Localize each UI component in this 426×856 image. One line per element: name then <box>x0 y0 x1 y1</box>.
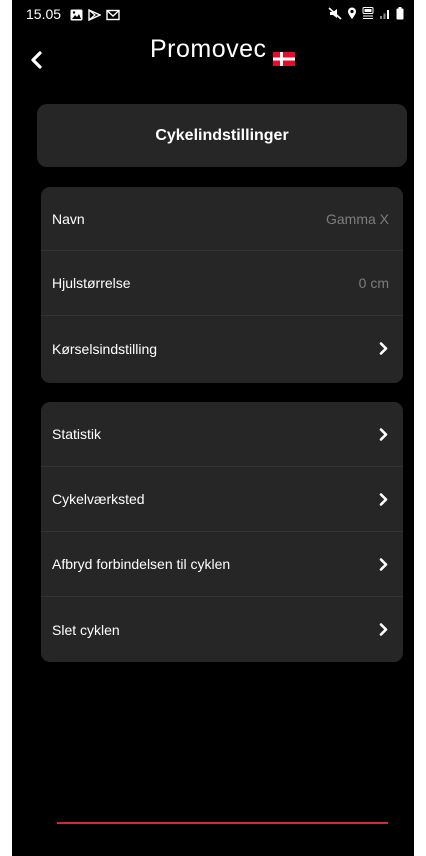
app-header: Promovec <box>12 36 414 80</box>
delete-bike-row[interactable]: Slet cyklen <box>41 597 403 662</box>
chevron-right-icon <box>377 342 389 356</box>
statistics-label: Statistik <box>52 426 102 442</box>
status-left-icons <box>70 8 120 26</box>
name-row[interactable]: Navn Gamma X <box>41 187 403 251</box>
ride-settings-label: Kørselsindstilling <box>52 340 158 357</box>
workshop-row[interactable]: Cykelværksted <box>41 467 403 532</box>
status-bar: 15.05 <box>12 0 414 30</box>
wheel-size-value: 0 cm <box>358 275 389 291</box>
chevron-right-icon <box>377 623 389 637</box>
image-icon <box>70 8 83 26</box>
bottom-indicator-line <box>57 822 388 824</box>
ride-settings-row[interactable]: Kørselsindstilling <box>41 316 403 381</box>
danish-flag-icon <box>272 52 295 66</box>
back-button[interactable] <box>24 46 48 74</box>
chevron-right-icon <box>377 427 389 441</box>
chevron-left-icon <box>31 51 42 69</box>
disconnect-label: Afbryd forbindelsen til cyklen <box>52 556 231 572</box>
volte-icon <box>362 7 374 25</box>
play-icon <box>88 8 102 26</box>
delete-bike-label: Slet cyklen <box>52 621 120 638</box>
logo-text: Promovec <box>150 35 267 63</box>
app-screen: 15.05 Promovec Cykelindstillinger Navn G… <box>12 0 414 856</box>
signal-icon <box>379 7 391 25</box>
wheel-size-label: Hjulstørrelse <box>52 275 131 291</box>
bike-actions-group: Statistik Cykelværksted Afbryd forbindel… <box>41 402 403 662</box>
status-right-icons <box>328 7 404 25</box>
name-label: Navn <box>52 210 85 227</box>
gmail-icon <box>106 8 120 26</box>
name-value: Gamma X <box>325 210 389 227</box>
battery-icon <box>396 7 404 25</box>
status-time: 15.05 <box>26 6 62 22</box>
chevron-right-icon <box>377 492 389 506</box>
mute-icon <box>328 7 342 25</box>
disconnect-row[interactable]: Afbryd forbindelsen til cyklen <box>41 532 403 597</box>
location-icon <box>347 7 357 25</box>
workshop-label: Cykelværksted <box>52 491 145 507</box>
chevron-right-icon <box>377 557 389 571</box>
bike-info-group: Navn Gamma X Hjulstørrelse 0 cm Kørselsi… <box>41 187 403 383</box>
statistics-row[interactable]: Statistik <box>41 402 403 467</box>
page-title: Cykelindstillinger <box>155 126 289 144</box>
page-title-card: Cykelindstillinger <box>37 104 407 167</box>
wheel-size-row[interactable]: Hjulstørrelse 0 cm <box>41 251 403 316</box>
promovec-logo: Promovec <box>150 36 295 66</box>
